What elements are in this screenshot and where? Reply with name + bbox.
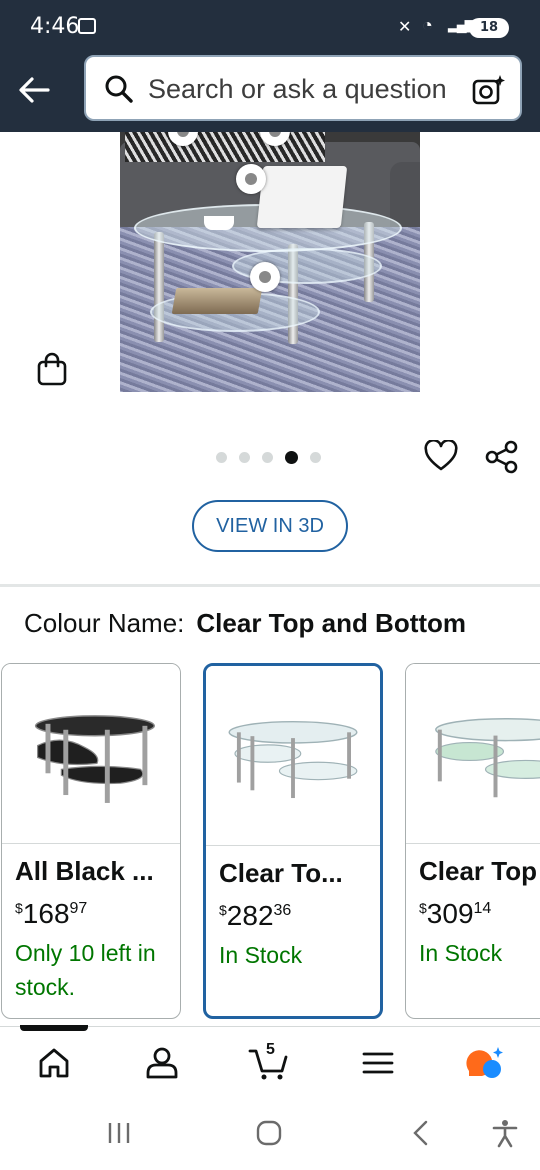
wifi-icon: ◔ — [422, 15, 433, 35]
battery-level: 18 — [479, 20, 499, 35]
search-input[interactable]: Search or ask a question — [84, 55, 522, 121]
carousel-dot[interactable] — [216, 451, 227, 463]
account-icon[interactable] — [144, 1045, 180, 1081]
status-time: 4:46 — [30, 14, 80, 39]
colour-value: Clear Top and Bottom — [196, 608, 467, 638]
image-cushion — [125, 132, 325, 162]
magnifier-icon — [105, 75, 133, 103]
battery-icon: 18 — [469, 18, 509, 38]
shopping-bag-icon[interactable] — [36, 352, 68, 386]
image-books — [171, 288, 263, 314]
carousel-dot[interactable] — [262, 451, 273, 463]
price-symbol: $ — [15, 900, 23, 916]
variant-thumbnail — [206, 666, 380, 846]
image-laptop — [256, 166, 348, 228]
price-cents: 97 — [69, 900, 88, 917]
variant-price: $16897 — [15, 898, 87, 930]
product-image[interactable] — [120, 132, 420, 392]
system-navigation-bar — [0, 1098, 540, 1170]
variant-card-clear-top-frosted[interactable]: Clear Top $30914 In Stock — [405, 663, 540, 1019]
variant-price: $28236 — [219, 900, 291, 932]
bottom-navigation: 5 — [0, 1025, 540, 1098]
price-symbol: $ — [219, 902, 227, 918]
back-button-icon[interactable] — [406, 1118, 436, 1148]
menu-icon[interactable] — [360, 1045, 396, 1081]
carousel-dot-active[interactable] — [285, 450, 298, 464]
colour-selection-label: Colour Name: Clear Top and Bottom — [24, 608, 466, 639]
status-bar: 4:46 ✕ ◔ ▂▄▆ 18 — [0, 0, 540, 52]
accessibility-icon[interactable] — [490, 1118, 520, 1148]
camera-sparkle-icon[interactable] — [472, 73, 506, 107]
heart-icon[interactable] — [424, 440, 458, 472]
image-hotspot[interactable] — [236, 164, 266, 194]
active-tab-indicator — [20, 1025, 88, 1031]
share-icon[interactable] — [484, 439, 520, 475]
home-button-icon[interactable] — [254, 1118, 284, 1148]
price-symbol: $ — [419, 900, 427, 916]
variant-title: Clear Top — [419, 856, 537, 886]
colour-label: Colour Name: — [24, 608, 185, 638]
variant-stock-status: In Stock — [419, 940, 503, 966]
price-cents: 14 — [473, 900, 492, 917]
image-hotspot[interactable] — [250, 262, 280, 292]
home-icon[interactable] — [36, 1045, 72, 1081]
price-whole: 168 — [22, 898, 70, 929]
section-divider — [0, 584, 540, 587]
price-whole: 282 — [226, 900, 274, 931]
variant-stock-status: Only 10 left in stock. — [15, 940, 156, 1000]
variant-card-clear-top[interactable]: Clear To... $28236 In Stock — [203, 663, 383, 1019]
view-in-3d-button[interactable]: VIEW IN 3D — [192, 500, 348, 552]
rufus-icon[interactable] — [466, 1045, 506, 1081]
arrow-left-icon[interactable] — [14, 70, 54, 110]
carousel-dot[interactable] — [310, 451, 321, 463]
carousel-dot[interactable] — [239, 451, 250, 463]
carousel-dots — [216, 450, 321, 464]
search-placeholder: Search or ask a question — [148, 74, 447, 104]
variant-price: $30914 — [419, 898, 491, 930]
price-cents: 36 — [273, 902, 292, 919]
image-cup — [204, 216, 234, 230]
mute-icon: ✕ — [398, 19, 412, 36]
price-whole: 309 — [426, 898, 474, 929]
variant-card-all-black[interactable]: All Black ... $16897 Only 10 left in sto… — [1, 663, 181, 1019]
variant-title: All Black ... — [15, 856, 154, 886]
variant-title: Clear To... — [219, 858, 343, 888]
variant-stock-status: In Stock — [219, 942, 303, 968]
recent-apps-icon[interactable] — [104, 1118, 134, 1148]
table-leg — [154, 232, 164, 342]
screenshot-icon — [78, 18, 96, 34]
cart-count-badge: 5 — [266, 1041, 275, 1058]
top-bar: Search or ask a question — [0, 52, 540, 132]
variant-thumbnail — [2, 664, 180, 844]
variant-thumbnail — [406, 664, 540, 844]
